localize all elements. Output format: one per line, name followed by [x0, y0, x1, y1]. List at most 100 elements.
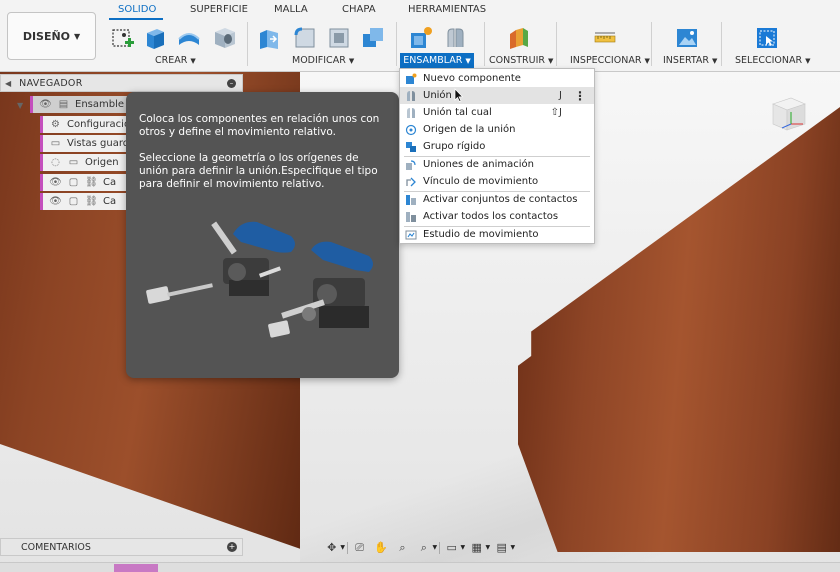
tree-item-component-link-2[interactable]: 👁 ▢ ⛓ Ca — [40, 193, 140, 210]
menu-item-rigid-group[interactable]: Grupo rígido — [400, 138, 594, 155]
chevron-down-icon[interactable]: ▼ — [460, 544, 465, 551]
expand-arrow-icon[interactable]: ▼ — [17, 101, 23, 110]
workspace-switcher-button[interactable]: DISEÑO ▼ — [7, 12, 96, 60]
component-icon: ▤ — [58, 99, 69, 110]
tab-solido[interactable]: SOLIDO — [118, 4, 156, 15]
fit-zoom-icon[interactable]: ⌕ — [414, 540, 433, 556]
menu-item-label: Unión — [423, 90, 452, 101]
menu-item-enable-all-contacts[interactable]: Activar todos los contactos — [400, 208, 594, 225]
viewcube-icon[interactable] — [765, 90, 809, 138]
menu-item-joint[interactable]: Unión J ⋮ — [400, 87, 594, 104]
group-inspeccionar[interactable]: INSPECCIONAR ▼ — [570, 55, 650, 66]
menu-item-motion-link[interactable]: Vínculo de movimiento — [400, 173, 594, 190]
menu-item-label: Vínculo de movimiento — [423, 176, 539, 187]
orbit-icon[interactable]: ✥ — [322, 540, 341, 556]
chevron-down-icon: ▼ — [348, 57, 355, 65]
eye-icon[interactable]: ◌ — [49, 157, 62, 169]
collapse-arrow-icon[interactable]: ◀ — [5, 79, 11, 88]
tree-item-root-component[interactable]: 👁 ▤ Ensamble — [30, 96, 130, 113]
menu-item-label: Activar todos los contactos — [423, 211, 559, 222]
chevron-down-icon[interactable]: ▼ — [340, 544, 345, 551]
tab-superficie[interactable]: SUPERFICIE — [190, 4, 248, 15]
extrude-icon[interactable] — [142, 25, 168, 51]
tab-herramientas[interactable]: HERRAMIENTAS — [408, 4, 486, 15]
eye-icon[interactable]: 👁 — [49, 177, 62, 189]
tree-item-component-link-1[interactable]: 👁 ▢ ⛓ Ca — [40, 174, 140, 191]
group-seleccionar[interactable]: SELECCIONAR ▼ — [735, 55, 811, 66]
viewports-icon[interactable]: ▤ — [492, 540, 511, 556]
group-divider — [247, 22, 248, 66]
joint-icon[interactable] — [442, 25, 468, 51]
chevron-down-icon[interactable]: ▼ — [432, 544, 437, 551]
minimize-icon[interactable]: – — [227, 79, 236, 88]
tree-item-label: Configuració — [67, 119, 131, 130]
as-built-joint-icon — [404, 107, 417, 119]
group-crear[interactable]: CREAR ▼ — [155, 55, 196, 66]
fillet-icon[interactable] — [292, 25, 318, 51]
look-at-icon[interactable]: ⎚ — [350, 540, 369, 556]
joint-origin-icon — [404, 124, 417, 136]
chevron-down-icon: ▼ — [74, 31, 81, 41]
new-component-icon[interactable] — [408, 25, 434, 51]
tab-malla[interactable]: MALLA — [274, 4, 308, 15]
menu-item-as-built-joint[interactable]: Unión tal cual ⇧J — [400, 104, 594, 121]
command-tooltip: Coloca los componentes en relación unos … — [126, 92, 399, 378]
navigator-title: NAVEGADOR — [19, 77, 83, 89]
group-construir[interactable]: CONSTRUIR ▼ — [489, 55, 553, 66]
chevron-down-icon: ▼ — [805, 57, 811, 65]
group-insertar-label: INSERTAR — [663, 55, 710, 66]
tree-item-label: Ensamble — [75, 99, 125, 110]
browser-panel-header[interactable]: ◀ NAVEGADOR – — [0, 74, 243, 92]
workspace-label: DISEÑO — [22, 29, 71, 43]
insert-image-icon[interactable] — [674, 25, 700, 51]
folder-icon: ▭ — [50, 138, 61, 149]
link-icon: ⛓ — [85, 196, 98, 207]
group-modificar[interactable]: MODIFICAR ▼ — [292, 55, 354, 66]
more-options-icon[interactable]: ⋮ — [574, 89, 586, 103]
tree-item-label: Ca — [103, 177, 117, 188]
timeline-marker[interactable] — [114, 564, 158, 572]
menu-item-label: Origen de la unión — [423, 124, 516, 135]
hole-icon[interactable] — [212, 25, 238, 51]
eye-icon[interactable]: 👁 — [49, 196, 62, 208]
group-insertar[interactable]: INSERTAR ▼ — [663, 55, 717, 66]
timeline-strip[interactable] — [0, 562, 840, 572]
shell-icon[interactable] — [326, 25, 352, 51]
add-comment-icon[interactable]: + — [227, 542, 237, 552]
construct-plane-icon[interactable] — [506, 25, 532, 51]
menu-item-animate-joints[interactable]: Uniones de animación — [400, 156, 594, 173]
group-divider — [396, 22, 397, 66]
menu-item-joint-origin[interactable]: Origen de la unión — [400, 121, 594, 138]
rigid-group-icon — [404, 141, 417, 153]
menu-item-new-component[interactable]: Nuevo componente — [400, 70, 594, 87]
chevron-down-icon[interactable]: ▼ — [510, 544, 515, 551]
folder-icon: ▭ — [68, 157, 79, 168]
comments-panel-header[interactable]: COMENTARIOS + — [0, 538, 243, 556]
ribbon-toolbar: DISEÑO ▼ SOLIDO SUPERFICIE MALLA CHAPA H… — [0, 0, 840, 72]
eye-icon[interactable]: 👁 — [39, 99, 52, 111]
group-crear-label: CREAR — [155, 55, 188, 66]
pan-hand-icon[interactable]: ✋ — [371, 540, 390, 556]
navbar-divider — [439, 541, 441, 554]
press-pull-icon[interactable] — [256, 25, 282, 51]
tree-item-named-views[interactable]: ▭ Vistas guarda — [40, 135, 140, 152]
motion-link-icon — [404, 176, 417, 188]
display-settings-icon[interactable]: ▭ — [442, 540, 461, 556]
combine-icon[interactable] — [360, 25, 386, 51]
group-ensamblar[interactable]: ENSAMBLAR ▼ — [400, 53, 474, 68]
zoom-icon[interactable]: ⌕ — [393, 540, 412, 556]
select-icon[interactable] — [754, 25, 780, 51]
revolve-icon[interactable] — [176, 25, 202, 51]
chevron-down-icon: ▼ — [712, 57, 718, 65]
tree-item-origin[interactable]: ◌ ▭ Origen — [40, 154, 140, 171]
measure-icon[interactable] — [592, 25, 618, 51]
grid-settings-icon[interactable]: ▦ — [467, 540, 486, 556]
tree-item-document-settings[interactable]: ⚙ Configuració — [40, 116, 140, 133]
chevron-down-icon: ▼ — [548, 57, 554, 65]
menu-item-enable-contact-sets[interactable]: Activar conjuntos de contactos — [400, 191, 594, 208]
chevron-down-icon[interactable]: ▼ — [485, 544, 490, 551]
create-sketch-icon[interactable] — [110, 25, 136, 51]
tab-chapa[interactable]: CHAPA — [342, 4, 376, 15]
menu-item-motion-study[interactable]: Estudio de movimiento — [400, 226, 594, 243]
chevron-down-icon: ▼ — [190, 57, 196, 65]
